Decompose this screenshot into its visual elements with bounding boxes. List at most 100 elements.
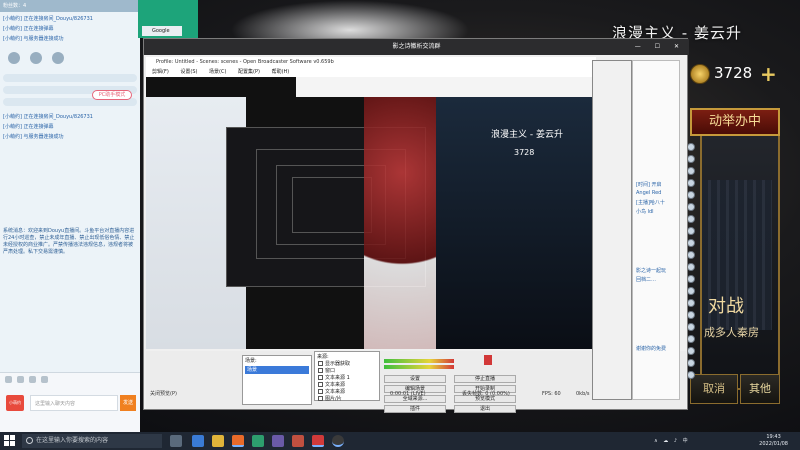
viewer-entry: 影之诗一起玩 (636, 268, 667, 274)
chat-input-toolbar (0, 373, 140, 386)
avatar (687, 227, 695, 235)
windows-taskbar: 在这里输入你要搜索的内容 ∧ ☁ ♪ 中 19:43 2022/01/08 (0, 432, 800, 450)
viewer-entry: 小鸟 ldl (636, 209, 654, 215)
douyu-app-icon[interactable] (232, 435, 244, 447)
chat-input-area: 小萌约 这里输入聊天内容 发送 (0, 372, 140, 432)
chat-message: [小萌约] 正在连接弹幕 (3, 26, 54, 32)
live-time: 0:00:01 (LIVE) (390, 391, 426, 397)
search-icon (26, 437, 33, 444)
task-view-icon[interactable] (170, 435, 182, 447)
chat-message-list-2: [小萌约] 正在连接房间_Douyu/826731 [小萌约] 正在连接弹幕 [… (0, 110, 140, 144)
chrome-icon[interactable] (252, 435, 264, 447)
checkbox-icon[interactable] (318, 375, 323, 380)
system-notice: 系统消息：欢迎来到Douyu直播间。斗鱼平台对直播内容进行24小时巡查，禁止未成… (3, 228, 135, 255)
chat-panel: 粉丝数：4 [小萌约] 正在连接房间_Douyu/826731 [小萌约] 正在… (0, 0, 140, 432)
pc-mode-button[interactable]: PC助手模式 (92, 90, 132, 100)
chat-divider (3, 74, 137, 82)
send-button[interactable]: 发送 (120, 395, 136, 411)
start-button[interactable] (4, 435, 16, 447)
windows-logo-icon (4, 435, 9, 440)
menu-item[interactable]: 帮助(H) (272, 69, 290, 75)
settings-icon[interactable] (41, 376, 48, 383)
obs-preview[interactable]: 浪漫主义 - 姜云升 3728 (146, 77, 596, 349)
coin-icon (690, 64, 710, 84)
game-icon[interactable] (292, 435, 304, 447)
edge-icon[interactable] (192, 435, 204, 447)
tray-icons[interactable]: ∧ ☁ ♪ 中 (654, 437, 690, 444)
avatar (687, 179, 695, 187)
avatar (687, 335, 695, 343)
avatar (687, 191, 695, 199)
viewer-entry: [主播]哈八十 (636, 200, 665, 206)
avatar (687, 215, 695, 223)
viewer-entry: 回档二… (636, 277, 657, 283)
preview-white-region (296, 77, 596, 97)
source-item[interactable]: 显示器获取 (315, 361, 379, 368)
menu-item[interactable]: 场景(C) (209, 69, 226, 75)
bitrate-readout: 0kb/s (576, 391, 590, 397)
checkbox-icon[interactable] (318, 382, 323, 387)
dropped-frames: 丢失帧数: 0 (0.00%) (462, 391, 510, 397)
chart-icon[interactable] (52, 52, 64, 64)
recursive-window-frame (592, 60, 632, 400)
avatar (687, 371, 695, 379)
avatar (687, 263, 695, 271)
menu-item[interactable]: 设置(S) (180, 69, 197, 75)
plugins-button[interactable]: 插件 (384, 405, 446, 413)
add-gold-button[interactable]: + (760, 62, 777, 86)
audio-meter-bar (384, 365, 454, 369)
viewer-entry: Angel Red (636, 190, 662, 196)
chat-message: [小萌约] 正在连接房间_Douyu/826731 (3, 114, 93, 120)
scene-item[interactable]: 场景 (245, 366, 309, 374)
avatar (687, 251, 695, 259)
netease-icon[interactable] (312, 435, 324, 447)
user-avatar: 小萌约 (6, 395, 24, 411)
chat-message: [小萌约] 正在连接房间_Douyu/826731 (3, 16, 93, 22)
checkbox-icon[interactable] (318, 368, 323, 373)
gift-icon[interactable] (29, 376, 36, 383)
image-icon[interactable] (17, 376, 24, 383)
source-item[interactable]: 文本来源 1 (315, 375, 379, 382)
checkbox-icon[interactable] (318, 361, 323, 366)
chat-message: [小萌约] 正在连接弹幕 (3, 124, 54, 130)
app-icon[interactable] (272, 435, 284, 447)
nested-preview (292, 177, 372, 233)
obs-icon[interactable] (332, 435, 344, 447)
taskbar-search-input[interactable]: 在这里输入你要搜索的内容 (22, 434, 162, 448)
browser-tab[interactable]: Google (142, 26, 182, 36)
source-item[interactable]: 文本来源 (315, 382, 379, 389)
other-button[interactable]: 其他 (740, 374, 780, 404)
menu-item[interactable]: 配置集(P) (238, 69, 260, 75)
system-tray: ∧ ☁ ♪ 中 19:43 2022/01/08 (654, 433, 794, 449)
avatar (687, 359, 695, 367)
mini-browser-window[interactable]: Google (138, 0, 198, 38)
user-icon[interactable] (30, 52, 42, 64)
window-title: 影之诗徽析交流群 (392, 43, 441, 50)
avatar (687, 347, 695, 355)
menu-item[interactable]: 剪辑(F) (152, 69, 169, 75)
emoji-icon[interactable] (5, 376, 12, 383)
scenes-label: 场景: (245, 358, 257, 364)
chat-input[interactable]: 这里输入聊天内容 (30, 395, 118, 411)
exit-button[interactable]: 退出 (454, 405, 516, 413)
gift-icon[interactable] (8, 52, 20, 64)
folder-icon[interactable] (212, 435, 224, 447)
stop-live-button[interactable]: 停止直播 (454, 375, 516, 383)
avatar (687, 239, 695, 247)
speaker-icon[interactable] (484, 355, 492, 365)
source-item[interactable]: 窗口 (315, 368, 379, 375)
window-controls[interactable]: — ☐ ✕ (635, 39, 685, 55)
multiplayer-room-label: 成多人秦房 (704, 326, 759, 339)
preview-toggle[interactable]: 关闭预览(P) (150, 389, 177, 399)
avatar (687, 203, 695, 211)
settings-button[interactable]: 设置 (384, 375, 446, 383)
chat-message: [小萌约] 与服务器连接成功 (3, 134, 64, 140)
avatar (687, 299, 695, 307)
preview-rose-art (364, 97, 440, 349)
audio-meters (384, 355, 494, 375)
event-banner: 动举办中 (690, 108, 780, 136)
clock[interactable]: 19:43 2022/01/08 (759, 434, 788, 448)
avatar (687, 167, 695, 175)
chat-top-bar: 粉丝数：4 (0, 0, 140, 12)
avatar (687, 323, 695, 331)
